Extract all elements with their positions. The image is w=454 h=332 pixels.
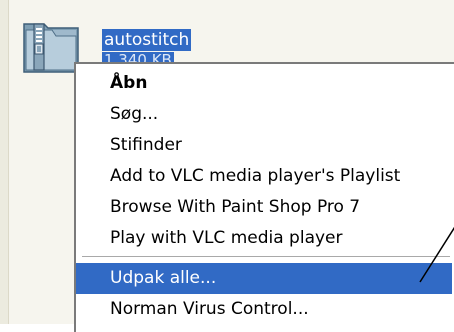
menu-item-explorer[interactable]: Stifinder	[76, 130, 452, 161]
menu-item-open[interactable]: Åbn	[76, 68, 452, 99]
window-left-border	[0, 0, 9, 324]
menu-item-browse-with-paint-shop-pro[interactable]: Browse With Paint Shop Pro 7	[76, 192, 452, 223]
menu-separator	[82, 256, 450, 257]
menu-item-extract-all[interactable]: Udpak alle...	[76, 263, 452, 294]
menu-item-play-with-vlc[interactable]: Play with VLC media player	[76, 223, 452, 254]
context-menu: Åbn Søg... Stifinder Add to VLC media pl…	[74, 62, 454, 332]
menu-item-add-to-vlc-playlist[interactable]: Add to VLC media player's Playlist	[76, 161, 452, 192]
file-name-label[interactable]: autostitch	[102, 29, 192, 51]
file-size-label: 1.340 KB	[102, 52, 174, 62]
menu-item-norman-virus-control[interactable]: Norman Virus Control...	[76, 294, 452, 325]
zip-folder-icon[interactable]	[22, 20, 82, 76]
menu-item-search[interactable]: Søg...	[76, 99, 452, 130]
